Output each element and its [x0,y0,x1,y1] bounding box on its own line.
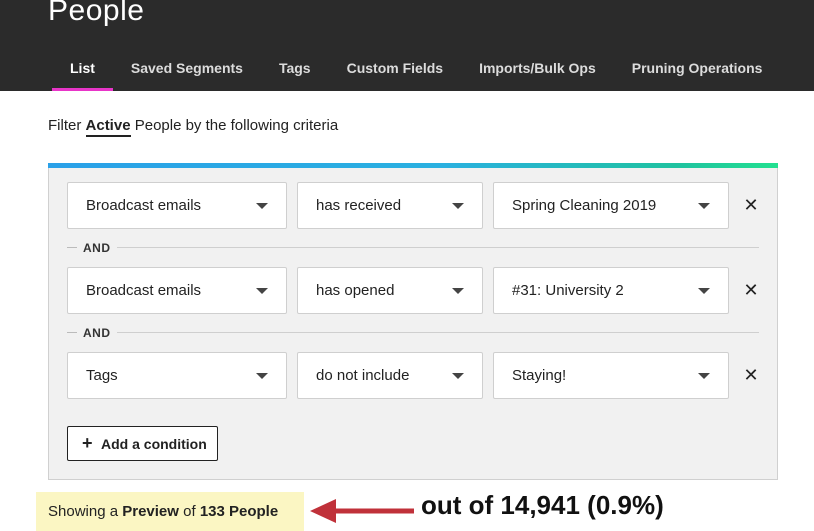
preview-text: Showing a Preview of 133 People [48,503,278,520]
add-condition-button[interactable]: + Add a condition [67,426,218,461]
nav-tabs: List Saved Segments Tags Custom Fields I… [52,50,780,91]
top-header: People List Saved Segments Tags Custom F… [0,0,814,91]
filter-prefix: Filter [48,117,82,134]
value-select[interactable]: Spring Cleaning 2019 [493,182,729,229]
value-select[interactable]: Staying! [493,352,729,399]
close-icon[interactable]: ✕ [739,193,763,217]
preview-prefix: Showing a [48,503,119,520]
tab-saved-segments[interactable]: Saved Segments [113,50,261,91]
operator-select[interactable]: has received [297,182,483,229]
chevron-down-icon [698,373,710,379]
filter-description: Filter Active People by the following cr… [48,117,339,137]
chevron-down-icon [452,373,464,379]
chevron-down-icon [256,203,268,209]
preview-count: 133 People [199,503,279,520]
and-separator: AND [67,241,759,255]
filter-suffix: People by the following criteria [134,117,339,134]
tab-pruning-operations[interactable]: Pruning Operations [614,50,781,91]
chevron-down-icon [698,288,710,294]
operator-select[interactable]: do not include [297,352,483,399]
plus-icon: + [82,433,93,453]
value-select[interactable]: #31: University 2 [493,267,729,314]
chevron-down-icon [256,373,268,379]
close-icon[interactable]: ✕ [739,363,763,387]
field-select[interactable]: Tags [67,352,287,399]
tab-tags[interactable]: Tags [261,50,329,91]
operator-select-value: has opened [316,282,395,299]
annotation-arrow-icon [310,499,414,523]
preview-count-banner: Showing a Preview of 133 People [36,492,304,531]
field-select[interactable]: Broadcast emails [67,267,287,314]
panel-accent-bar [48,163,778,168]
annotation-text: out of 14,941 (0.9%) [421,490,664,520]
operator-select-value: has received [316,197,402,214]
tab-list[interactable]: List [52,50,113,91]
preview-word: Preview [122,503,179,520]
field-select[interactable]: Broadcast emails [67,182,287,229]
close-icon[interactable]: ✕ [739,278,763,302]
tab-imports-bulk-ops[interactable]: Imports/Bulk Ops [461,50,614,91]
preview-of: of [183,503,196,520]
value-select-value: #31: University 2 [512,282,624,299]
separator-line [117,332,759,333]
separator-line [117,247,759,248]
separator-dash [67,332,77,333]
field-select-value: Tags [86,367,118,384]
field-select-value: Broadcast emails [86,282,202,299]
and-separator: AND [67,326,759,340]
field-select-value: Broadcast emails [86,197,202,214]
tab-custom-fields[interactable]: Custom Fields [329,50,461,91]
separator-dash [67,247,77,248]
value-select-value: Staying! [512,367,567,384]
chevron-down-icon [452,288,464,294]
and-label: AND [83,326,111,340]
chevron-down-icon [698,203,710,209]
and-label: AND [83,241,111,255]
page-title: People [48,0,145,27]
add-condition-label: Add a condition [101,436,207,452]
operator-select-value: do not include [316,367,410,384]
status-selector[interactable]: Active [85,117,131,137]
value-select-value: Spring Cleaning 2019 [512,197,657,214]
chevron-down-icon [452,203,464,209]
operator-select[interactable]: has opened [297,267,483,314]
chevron-down-icon [256,288,268,294]
conditions-panel: Broadcast emails has received Spring Cle… [48,163,778,480]
